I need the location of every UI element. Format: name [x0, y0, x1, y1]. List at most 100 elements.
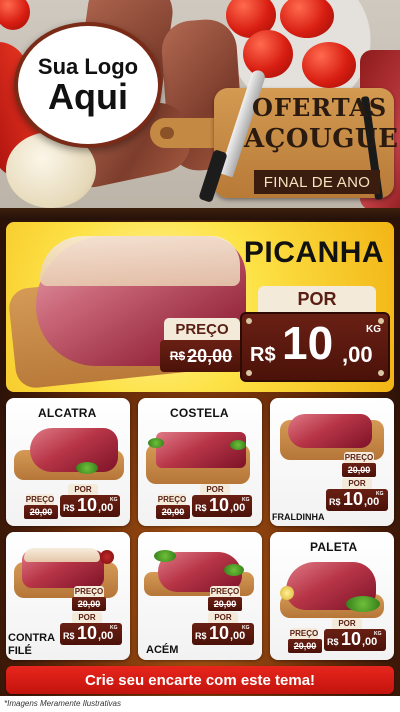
price-unit: KG [110, 625, 118, 631]
old-price-box: 20,00 [72, 597, 106, 611]
price-unit: KG [242, 625, 250, 631]
product-card-acem[interactable]: PREÇO 20,00 POR R$ 10 ,00 KG ACÉM [138, 532, 262, 660]
new-price-box: R$ 10 ,00 KG [192, 623, 254, 645]
new-price-currency: R$ [327, 637, 339, 647]
price-unit: KG [374, 631, 382, 637]
fat-cap [40, 236, 240, 286]
old-price-label: PREÇO [25, 494, 55, 505]
herb-garnish [224, 564, 244, 576]
rivet-icon [246, 370, 252, 376]
product-card-fraldinha[interactable]: PREÇO 20,00 POR R$ 10 ,00 KG FRALDINHA [270, 398, 394, 526]
old-price-label: PREÇO [289, 628, 319, 639]
new-price-decimal: ,00 [98, 630, 114, 642]
fat-cap [24, 548, 100, 562]
old-price-box: 20,00 [156, 505, 190, 519]
rivet-icon [378, 318, 384, 324]
product-card-contra-file[interactable]: PREÇO 20,00 POR R$ 10 ,00 KG CONTRA FILÉ [6, 532, 130, 660]
header-title-line-1: OFERTAS [252, 93, 388, 122]
tomato-image [302, 42, 356, 88]
product-name: ACÉM [146, 644, 179, 656]
new-price-label: POR [342, 478, 372, 489]
new-price-box: R$ 10 ,00 KG [324, 629, 386, 651]
new-price-decimal: ,00 [362, 636, 378, 648]
old-price-value: 20,00 [347, 465, 371, 475]
new-price-decimal: ,00 [364, 496, 380, 508]
logo-line-2: Aqui [48, 75, 128, 117]
old-price-value: 20,00 [293, 641, 317, 651]
herb-garnish [346, 596, 380, 612]
new-price-label: POR [258, 286, 376, 312]
new-price-integer: 10 [343, 489, 364, 509]
herb-garnish [154, 550, 176, 562]
old-price-label: PREÇO [344, 452, 374, 463]
product-name: PALETA [310, 540, 358, 554]
new-price-currency: R$ [329, 497, 341, 507]
new-price-decimal: ,00 [230, 630, 246, 642]
costela-image [156, 432, 246, 468]
old-price-box: 20,00 [288, 639, 322, 653]
old-price-currency: R$ [169, 349, 186, 363]
tomato-image [280, 0, 334, 38]
new-price-currency: R$ [195, 631, 207, 641]
old-price-box: 20,00 [208, 597, 242, 611]
new-price-box: R$ 10 ,00 KG [240, 312, 390, 382]
header-title-line-2: AÇOUGUE [244, 124, 399, 154]
old-price-box: 20,00 [24, 505, 58, 519]
new-price-currency: R$ [250, 344, 276, 366]
product-card-costela[interactable]: COSTELA PREÇO 20,00 POR R$ 10 ,00 KG [138, 398, 262, 526]
old-price-box: 20,00 [342, 463, 376, 477]
new-price-decimal: ,00 [342, 342, 373, 367]
new-price-currency: R$ [63, 631, 75, 641]
herb-garnish [76, 462, 98, 474]
cutting-board-hole [160, 127, 174, 139]
product-name-line-2: FILÉ [8, 645, 32, 657]
hero-banner: Sua Logo Aqui OFERTAS AÇOUGUE FINAL DE A… [0, 0, 400, 208]
product-card-paleta[interactable]: PALETA PREÇO 20,00 POR R$ 10 ,00 KG [270, 532, 394, 660]
tomato-image [243, 30, 293, 78]
old-price-label: PREÇO [210, 586, 240, 597]
flyer-page: Sua Logo Aqui OFERTAS AÇOUGUE FINAL DE A… [0, 0, 400, 712]
tomato-garnish [100, 550, 114, 564]
rivet-icon [246, 318, 252, 324]
old-price-label: PREÇO [74, 586, 104, 597]
header-divider [0, 208, 400, 220]
new-price-integer: 10 [282, 317, 334, 369]
header-ribbon: FINAL DE ANO [254, 170, 380, 194]
tomato-image [0, 0, 30, 30]
rivet-icon [378, 370, 384, 376]
fraldinha-image [288, 414, 372, 448]
herb-garnish [230, 440, 246, 450]
price-unit: KG [110, 497, 118, 503]
new-price-integer: 10 [209, 495, 230, 515]
price-unit: KG [376, 491, 384, 497]
price-unit: KG [242, 497, 250, 503]
lemon-garnish [280, 586, 294, 600]
new-price-currency: R$ [63, 503, 75, 513]
new-price-box: R$ 10 ,00 KG [60, 495, 120, 517]
new-price-label: POR [208, 612, 238, 623]
old-price-value: 20,00 [161, 507, 185, 517]
new-price-currency: R$ [195, 503, 207, 513]
new-price-integer: 10 [341, 629, 362, 649]
new-price-integer: 10 [77, 495, 98, 515]
new-price-decimal: ,00 [230, 502, 246, 514]
new-price-label: POR [200, 484, 230, 495]
new-price-box: R$ 10 ,00 KG [60, 623, 122, 645]
new-price-label: POR [68, 484, 98, 495]
herb-garnish [148, 438, 164, 448]
featured-product-name: PICANHA [243, 236, 385, 269]
create-flyer-button[interactable]: Crie seu encarte com este tema! [6, 666, 394, 694]
product-name: COSTELA [170, 406, 229, 420]
new-price-integer: 10 [209, 623, 230, 643]
new-price-integer: 10 [77, 623, 98, 643]
new-price-label: POR [72, 612, 102, 623]
old-price-value: 20,00 [77, 599, 101, 609]
old-price-label: PREÇO [164, 318, 240, 340]
old-price-value: 20,00 [213, 599, 237, 609]
new-price-label: POR [332, 618, 362, 629]
alcatra-image [30, 428, 118, 472]
price-unit: KG [366, 324, 381, 335]
logo-placeholder[interactable]: Sua Logo Aqui [14, 22, 162, 148]
product-card-alcatra[interactable]: ALCATRA PREÇO 20,00 POR R$ 10 ,00 KG [6, 398, 130, 526]
old-price-label: PREÇO [157, 494, 187, 505]
